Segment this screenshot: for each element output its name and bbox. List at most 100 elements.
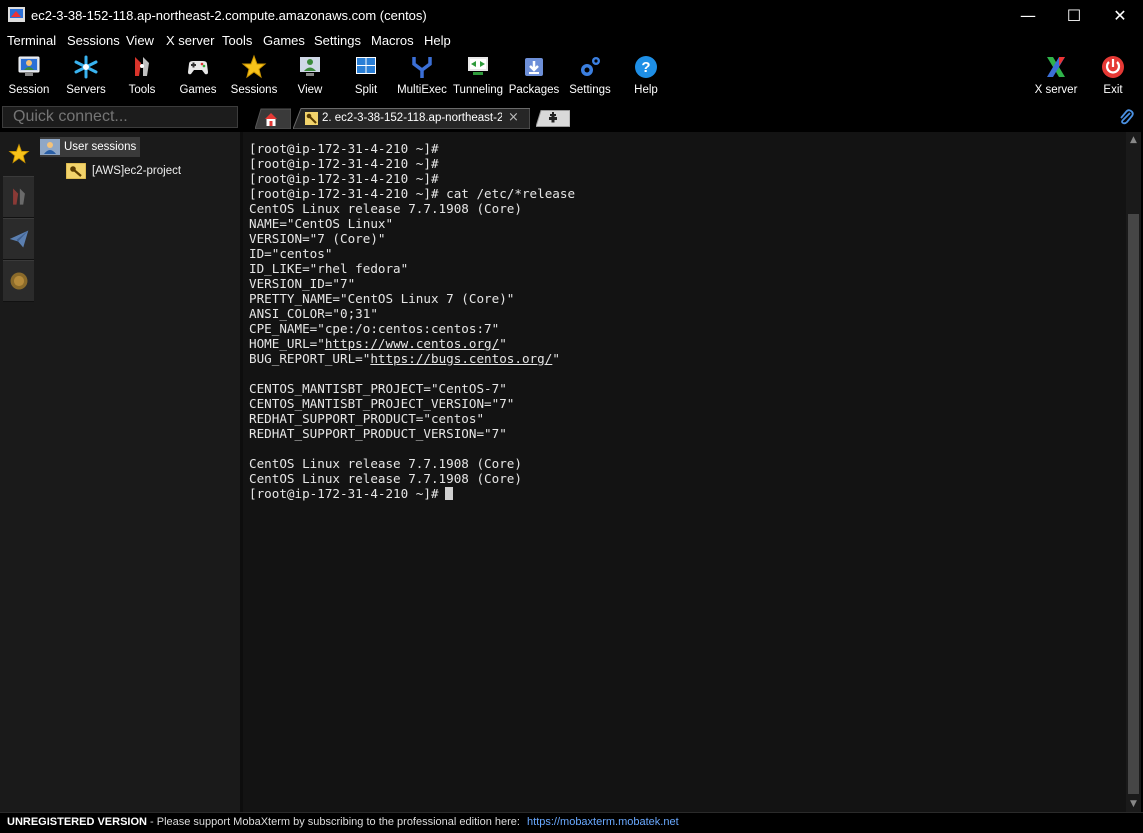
- home-url-link[interactable]: https://www.centos.org/: [325, 336, 499, 351]
- close-button[interactable]: ✕: [1097, 0, 1143, 31]
- terminal-line: VERSION_ID="7": [249, 276, 356, 291]
- gear-icon: [581, 57, 600, 76]
- menu-macros[interactable]: Macros: [371, 33, 414, 48]
- window-title: ec2-3-38-152-118.ap-northeast-2.compute.…: [31, 8, 427, 23]
- terminal-line: [root@ip-172-31-4-210 ~]#: [249, 156, 439, 171]
- terminal-pane[interactable]: [root@ip-172-31-4-210 ~]# [root@ip-172-3…: [243, 132, 1126, 812]
- exit-button[interactable]: Exit: [1085, 50, 1141, 104]
- xserver-button[interactable]: X server: [1028, 50, 1084, 104]
- tools-icon: [12, 188, 25, 205]
- key-icon: [305, 112, 318, 125]
- maximize-button[interactable]: ☐: [1051, 0, 1097, 31]
- session-icon: [18, 56, 40, 76]
- minimize-button[interactable]: —: [1005, 0, 1051, 31]
- plus-icon: [535, 110, 571, 127]
- terminal-line: ID="centos": [249, 246, 333, 261]
- key-icon: [66, 163, 86, 179]
- packages-button[interactable]: Packages: [506, 50, 562, 104]
- menu-terminal[interactable]: Terminal: [7, 33, 56, 48]
- tunneling-button[interactable]: Tunneling: [450, 50, 506, 104]
- tunneling-icon: [468, 57, 488, 75]
- tab-home[interactable]: [255, 108, 291, 129]
- terminal-line: CentOS Linux release 7.7.1908 (Core): [249, 456, 522, 471]
- terminal-line: [root@ip-172-31-4-210 ~]# cat /etc/*rele…: [249, 186, 576, 201]
- xserver-icon: [1047, 57, 1065, 77]
- terminal-output: [root@ip-172-31-4-210 ~]# [root@ip-172-3…: [249, 141, 575, 501]
- tree-user-sessions[interactable]: User sessions: [40, 137, 141, 157]
- star-icon: [241, 54, 267, 79]
- terminal-line-home-url: HOME_URL="https://www.centos.org/": [249, 336, 507, 351]
- multiexec-icon: [412, 57, 432, 78]
- svg-text:?: ?: [641, 59, 650, 76]
- terminal-line: REDHAT_SUPPORT_PRODUCT_VERSION="7": [249, 426, 507, 441]
- terminal-line: ID_LIKE="rhel fedora": [249, 261, 409, 276]
- star-icon: [8, 143, 29, 164]
- toolbar: Session Servers Tools Games Sessions Vie…: [0, 50, 1143, 104]
- scroll-down-arrow-icon[interactable]: ▼: [1126, 797, 1141, 811]
- games-button[interactable]: Games: [170, 50, 226, 104]
- new-tab-button[interactable]: [535, 110, 571, 127]
- menu-xserver[interactable]: X server: [166, 33, 214, 48]
- status-message: - Please support MobaXterm by subscribin…: [146, 816, 524, 828]
- sidebar-tab-macros[interactable]: [3, 218, 34, 260]
- sidebar-tab-sessions[interactable]: [3, 134, 34, 174]
- mobaxterm-app-icon: [8, 7, 25, 22]
- split-button[interactable]: Split: [338, 50, 394, 104]
- menu-view[interactable]: View: [126, 33, 154, 48]
- bug-report-url-link[interactable]: https://bugs.centos.org/: [370, 351, 552, 366]
- terminal-line: CENTOS_MANTISBT_PROJECT_VERSION="7": [249, 396, 515, 411]
- globe-icon: [10, 272, 27, 290]
- terminal-line-bug-url: BUG_REPORT_URL="https://bugs.centos.org/…: [249, 351, 560, 366]
- menu-games[interactable]: Games: [263, 33, 305, 48]
- view-button[interactable]: View: [282, 50, 338, 104]
- terminal-prompt: [root@ip-172-31-4-210 ~]#: [249, 486, 439, 501]
- terminal-line: NAME="CentOS Linux": [249, 216, 394, 231]
- paperclip-icon[interactable]: [1117, 108, 1135, 126]
- servers-button[interactable]: Servers: [58, 50, 114, 104]
- quick-connect-input[interactable]: [2, 106, 238, 128]
- settings-button[interactable]: Settings: [562, 50, 618, 104]
- power-icon: [1102, 56, 1124, 78]
- sidebar-tab-tools[interactable]: [3, 176, 34, 218]
- sessions-panel: User sessions [AWS]ec2-project: [37, 132, 240, 812]
- terminal-line: [root@ip-172-31-4-210 ~]#: [249, 171, 439, 186]
- sidebar-tab-sftp[interactable]: [3, 260, 34, 302]
- mobaxterm-website-link[interactable]: https://mobaxterm.mobatek.net: [527, 816, 679, 828]
- scrollbar-thumb[interactable]: [1128, 214, 1139, 794]
- terminal-line: CentOS Linux release 7.7.1908 (Core): [249, 471, 522, 486]
- terminal-line: CENTOS_MANTISBT_PROJECT="CentOS-7": [249, 381, 507, 396]
- menu-sessions[interactable]: Sessions: [67, 33, 120, 48]
- title-bar: ec2-3-38-152-118.ap-northeast-2.compute.…: [0, 0, 1143, 31]
- tools-icon: [135, 57, 149, 76]
- gamepad-icon: [188, 61, 208, 75]
- terminal-line: CentOS Linux release 7.7.1908 (Core): [249, 201, 522, 216]
- tab-label: 2. ec2-3-38-152-118.ap-northeast-2.compu…: [322, 112, 502, 124]
- session-button[interactable]: Session: [1, 50, 57, 104]
- scroll-up-arrow-icon[interactable]: ▲: [1126, 133, 1141, 147]
- terminal-line: VERSION="7 (Core)": [249, 231, 386, 246]
- status-bar: UNREGISTERED VERSION - Please support Mo…: [0, 812, 1143, 833]
- terminal-cursor: [444, 487, 453, 500]
- view-icon: [300, 57, 320, 76]
- help-icon: ?: [635, 56, 657, 78]
- menu-help[interactable]: Help: [424, 33, 451, 48]
- tab-session-active[interactable]: 2. ec2-3-38-152-118.ap-northeast-2.compu…: [293, 108, 530, 129]
- unregistered-label: UNREGISTERED VERSION: [7, 816, 147, 828]
- sidebar-rail: [0, 132, 38, 812]
- multiexec-button[interactable]: MultiExec: [394, 50, 450, 104]
- tree-session-item[interactable]: [AWS]ec2-project: [66, 162, 181, 180]
- paper-plane-icon: [9, 230, 28, 248]
- terminal-line: ANSI_COLOR="0;31": [249, 306, 378, 321]
- help-button[interactable]: ? Help: [618, 50, 674, 104]
- terminal-line: REDHAT_SUPPORT_PRODUCT="centos": [249, 411, 485, 426]
- tab-close-icon[interactable]: ×: [508, 110, 519, 125]
- split-icon: [356, 57, 376, 74]
- terminal-line: PRETTY_NAME="CentOS Linux 7 (Core)": [249, 291, 515, 306]
- terminal-line: [root@ip-172-31-4-210 ~]#: [249, 141, 439, 156]
- terminal-line: CPE_NAME="cpe:/o:centos:centos:7": [249, 321, 500, 336]
- user-sessions-icon: [40, 139, 60, 155]
- menu-settings[interactable]: Settings: [314, 33, 361, 48]
- menu-tools[interactable]: Tools: [222, 33, 252, 48]
- tools-button[interactable]: Tools: [114, 50, 170, 104]
- sessions-button[interactable]: Sessions: [226, 50, 282, 104]
